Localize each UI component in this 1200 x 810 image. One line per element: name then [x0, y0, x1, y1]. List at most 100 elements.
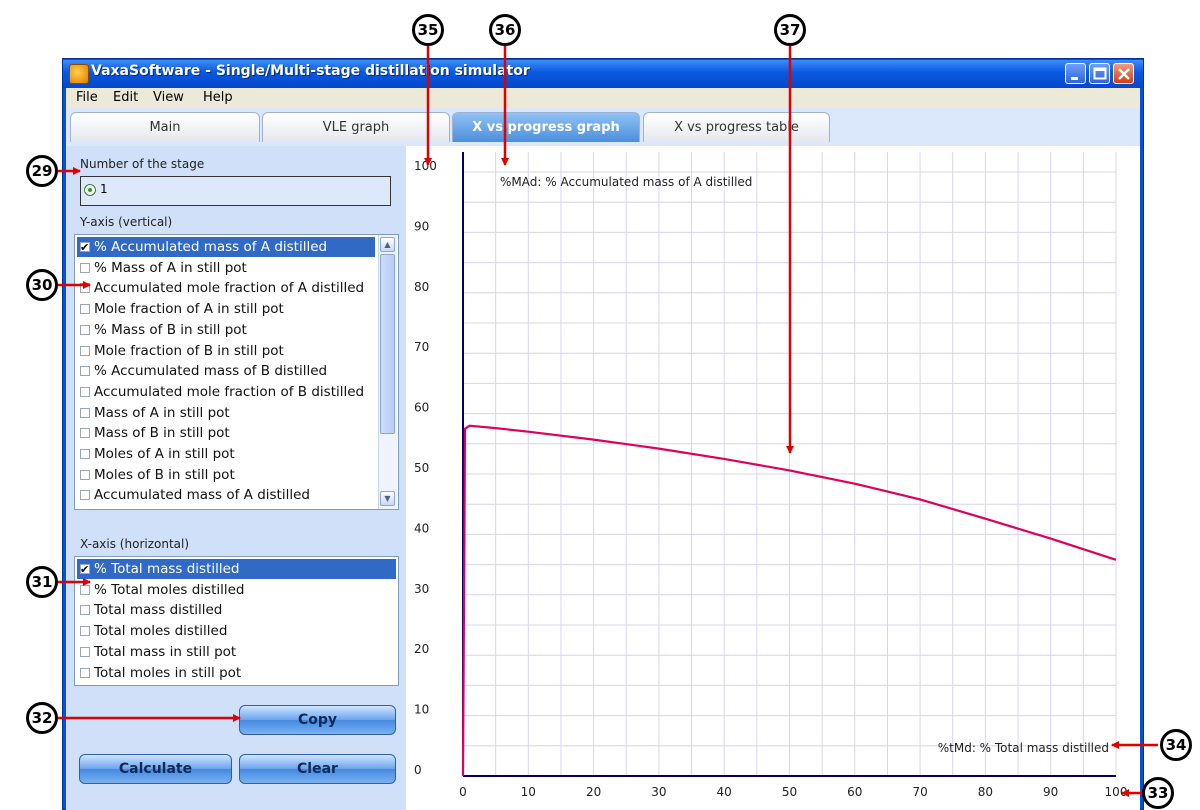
scroll-thumb[interactable] [380, 254, 395, 434]
y-axis-option[interactable]: Mass of B in still pot [77, 423, 375, 443]
maximize-button[interactable] [1089, 63, 1110, 84]
y-axis-list[interactable]: % Accumulated mass of A distilled % Mass … [74, 234, 399, 510]
x-axis-option[interactable]: % Total mass distilled [77, 559, 396, 580]
y-axis-option[interactable]: Mole fraction of B in still pot [77, 341, 375, 361]
checkbox[interactable] [80, 667, 90, 678]
callout-33: 33 [1142, 777, 1174, 809]
y-axis-option[interactable]: Moles of A in still pot [77, 444, 375, 464]
x-axis-option[interactable]: Total mass distilled [77, 600, 396, 620]
y-axis-title: %MAd: % Accumulated mass of A distilled [500, 175, 752, 189]
scroll-up-arrow-icon[interactable]: ▲ [380, 237, 395, 252]
y-axis-option[interactable]: Moles of B in still pot [77, 465, 375, 485]
y-axis-option[interactable]: Mole fraction of A in still pot [77, 299, 375, 319]
y-tick-label: 20 [414, 642, 429, 656]
checkbox[interactable] [80, 283, 90, 294]
tab-x-vs-progress-table[interactable]: X vs progress table [643, 112, 830, 142]
x-tick-label: 0 [459, 785, 467, 799]
y-tick-label: 70 [414, 340, 429, 354]
x-tick-label: 80 [978, 785, 993, 799]
checkbox[interactable] [80, 366, 90, 377]
scroll-down-arrow-icon[interactable]: ▼ [380, 491, 395, 506]
tab-x-vs-progress-graph[interactable]: X vs progress graph [452, 112, 640, 142]
tab-main[interactable]: Main [70, 112, 260, 142]
checkbox[interactable] [80, 449, 90, 459]
checkbox[interactable] [80, 646, 90, 657]
app-icon[interactable] [69, 64, 89, 84]
copy-button[interactable]: Copy [239, 705, 396, 735]
menu-file[interactable]: File [76, 90, 98, 105]
progress-chart: 0 10 20 30 40 50 60 70 80 90 100 0 10 20 30 40 50 60 70 80 9… [414, 152, 1128, 799]
stage-value: 1 [100, 182, 108, 196]
y-axis-option[interactable]: Accumulated mole fraction of B distilled [77, 382, 375, 402]
x-tick-label: 100 [1105, 785, 1128, 799]
y-axis-option[interactable]: % Mass of A in still pot [77, 258, 375, 278]
y-axis-option-label: Accumulated mole fraction of A distilled [94, 280, 365, 297]
vertical-scrollbar[interactable]: ▲ ▼ [378, 235, 397, 509]
x-axis-label: X-axis (horizontal) [80, 537, 190, 551]
y-tick-label: 40 [414, 521, 429, 535]
checkbox[interactable] [80, 324, 90, 335]
minimize-icon [1071, 77, 1078, 80]
menu-help[interactable]: Help [203, 90, 233, 105]
y-axis-label: Y-axis (vertical) [80, 215, 173, 229]
x-tick-label: 90 [1043, 785, 1058, 799]
y-axis-option-label: Moles of B in still pot [94, 466, 235, 483]
y-tick-label: 10 [414, 703, 429, 717]
x-axis-list[interactable]: % Total mass distilled % Total moles dist… [74, 556, 399, 686]
menu-view[interactable]: View [153, 90, 184, 105]
close-icon [1118, 68, 1130, 80]
y-axis-option[interactable]: % Accumulated mass of A distilled [77, 237, 375, 258]
y-axis-option[interactable]: Accumulated mass of A distilled [77, 485, 375, 505]
checkbox[interactable] [80, 238, 90, 258]
x-tick-label: 30 [651, 785, 666, 799]
x-axis-title: %tMd: % Total mass distilled [938, 741, 1109, 755]
checkbox[interactable] [80, 345, 90, 356]
checkbox[interactable] [80, 490, 90, 501]
x-axis-option[interactable]: Total moles distilled [77, 621, 396, 641]
y-axis-option-label: Accumulated mole fraction of B distilled [94, 383, 365, 400]
y-axis-option[interactable]: Mass of A in still pot [77, 403, 375, 423]
y-axis-option-label: % Accumulated mass of B distilled [94, 363, 328, 380]
stage-label: Number of the stage [80, 157, 205, 171]
y-tick-label: 100 [414, 159, 437, 173]
x-axis-option-label: Total moles distilled [94, 623, 228, 640]
checkbox[interactable] [80, 386, 90, 397]
checkbox[interactable] [80, 304, 90, 315]
checkbox[interactable] [80, 469, 90, 480]
checkbox[interactable] [80, 428, 90, 439]
y-tick-label: 50 [414, 461, 429, 475]
x-axis-option-label: % Total moles distilled [94, 581, 245, 598]
y-axis-option[interactable]: % Mass of B in still pot [77, 320, 375, 340]
checkbox[interactable] [80, 560, 90, 580]
y-axis-option[interactable]: % Accumulated mass of B distilled [77, 361, 375, 381]
minimize-button[interactable] [1065, 63, 1086, 84]
y-tick-label: 80 [414, 280, 429, 294]
tab-vle-graph[interactable]: VLE graph [262, 112, 450, 142]
stage-selector [80, 176, 391, 206]
y-axis-option-label: % Mass of B in still pot [94, 321, 247, 338]
stage-radio-button[interactable] [84, 184, 96, 196]
callout-37: 37 [774, 14, 806, 46]
y-axis-option[interactable]: Accumulated mole fraction of A distilled [77, 278, 375, 298]
calculate-button[interactable]: Calculate [79, 754, 232, 784]
checkbox[interactable] [80, 407, 90, 418]
x-tick-label: 50 [782, 785, 797, 799]
checkbox[interactable] [80, 605, 90, 616]
y-axis-option-label: Accumulated mass of A distilled [94, 487, 310, 504]
x-tick-label: 10 [521, 785, 536, 799]
clear-button[interactable]: Clear [239, 754, 396, 784]
callout-34: 34 [1160, 729, 1192, 761]
x-axis-option-label: Total mass in still pot [94, 643, 237, 660]
close-button[interactable] [1113, 63, 1134, 84]
callout-35: 35 [412, 14, 444, 46]
checkbox[interactable] [80, 584, 90, 595]
x-axis-option[interactable]: Total mass in still pot [77, 642, 396, 662]
checkbox[interactable] [80, 262, 90, 273]
checkbox[interactable] [80, 626, 90, 637]
menu-edit[interactable]: Edit [113, 90, 138, 105]
x-axis-option[interactable]: Total moles in still pot [77, 663, 396, 683]
x-axis-option[interactable]: % Total moles distilled [77, 580, 396, 600]
callout-30: 30 [26, 269, 58, 301]
y-axis-option-label: % Mass of A in still pot [94, 259, 247, 276]
x-tick-label: 70 [912, 785, 927, 799]
